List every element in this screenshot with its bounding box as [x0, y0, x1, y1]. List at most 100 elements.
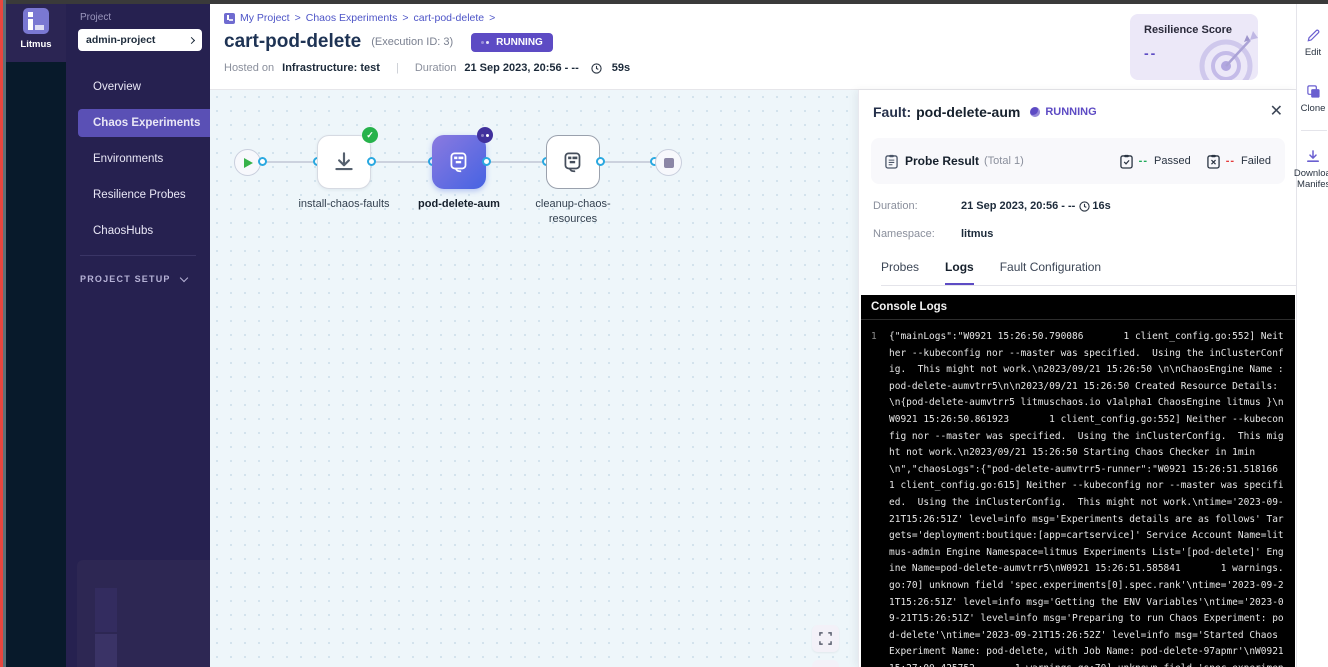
copy-icon	[1306, 84, 1321, 99]
tab-probes[interactable]: Probes	[881, 260, 919, 285]
litmus-logo-icon	[23, 8, 49, 34]
node-install-chaos-faults[interactable]	[317, 135, 371, 189]
window-top-strip	[0, 0, 1328, 4]
probe-total: (Total 1)	[984, 155, 1024, 167]
sidebar-item-environments[interactable]: Environments	[66, 145, 210, 173]
page-title: cart-pod-delete	[224, 31, 361, 53]
probe-result-label: Probe Result	[905, 154, 979, 168]
duration-value: 21 Sep 2023, 20:56 - --	[464, 62, 578, 74]
elapsed-time: 59s	[612, 62, 630, 74]
console-logs-title: Console Logs	[861, 295, 1295, 320]
page-header: My Project > Chaos Experiments > cart-po…	[210, 4, 1328, 90]
clipboard-x-icon	[1207, 154, 1220, 169]
console-log-line: {"mainLogs":"W0921 15:26:50.790086 1 cli…	[889, 329, 1287, 346]
sidebar-decoration	[95, 634, 117, 667]
fault-status: RUNNING	[1045, 106, 1096, 118]
console-log-line: W0921 15:26:50.861923 1 client_config.go…	[889, 412, 1287, 429]
fault-details-drawer: Fault: pod-delete-aum RUNNING ✕ Probe Re…	[858, 90, 1297, 667]
breadcrumb-separator: >	[295, 12, 301, 24]
node-pod-delete-aum[interactable]	[432, 135, 486, 189]
litmus-logo-label: Litmus	[20, 39, 51, 50]
resilience-score-card: Resilience Score --	[1130, 14, 1258, 80]
download-icon	[1305, 149, 1321, 164]
console-log-line: d-delete'\ntime='2023-09-21T15:26:52Z' l…	[889, 628, 1287, 645]
pencil-icon	[1306, 28, 1321, 43]
clock-icon	[1079, 201, 1090, 212]
node-cleanup-chaos-resources[interactable]	[546, 135, 600, 189]
clipboard-check-icon	[1120, 154, 1133, 169]
start-node[interactable]	[234, 149, 261, 176]
fault-elapsed: 16s	[1092, 200, 1110, 212]
passed-label: Passed	[1154, 155, 1191, 167]
breadcrumb-separator: >	[489, 12, 495, 24]
console-log-line: pod-delete-aumvtrr5\n\n2023/09/21 15:26:…	[889, 379, 1287, 396]
console-log-line: 9-21T15:26:51Z' level=info msg='Preparin…	[889, 611, 1287, 628]
tab-logs[interactable]: Logs	[945, 260, 974, 285]
clone-label: Clone	[1297, 103, 1328, 114]
logo-rail: Litmus	[6, 0, 66, 667]
fault-tabs: Probes Logs Fault Configuration	[881, 260, 1297, 286]
tab-fault-configuration[interactable]: Fault Configuration	[1000, 260, 1101, 285]
clock-icon	[591, 63, 602, 74]
chevron-right-icon	[188, 36, 195, 43]
project-selector[interactable]: admin-project	[78, 29, 202, 51]
breadcrumb-separator: >	[402, 12, 408, 24]
sidebar-item-chaos-experiments[interactable]: Chaos Experiments	[78, 109, 210, 137]
close-icon[interactable]: ✕	[1270, 104, 1283, 120]
hosted-on-label: Hosted on	[224, 62, 274, 74]
status-badge: RUNNING	[471, 33, 553, 52]
node-label: install-chaos-faults	[294, 197, 394, 212]
console-log-line: ine Name=pod-delete-aumvtrr5\nW0921 15:2…	[889, 561, 1287, 578]
clone-button[interactable]: Clone	[1297, 84, 1328, 114]
failed-count: --	[1226, 155, 1235, 167]
console-logs-panel[interactable]: Console Logs 1 {"mainLogs":"W0921 15:26:…	[861, 295, 1295, 667]
console-log-line: \n{pod-delete-aumvtrr5 litmuschaos.io v1…	[889, 395, 1287, 412]
download-icon	[331, 149, 357, 175]
log-line-number: 1	[871, 329, 877, 346]
sidebar-nav: Overview Chaos Experiments Environments …	[66, 73, 210, 245]
port	[482, 157, 491, 166]
target-illustration-icon	[1192, 28, 1258, 80]
spinner-icon	[481, 41, 491, 44]
action-rail: Edit Clone Download Manifest	[1296, 4, 1328, 667]
failed-label: Failed	[1241, 155, 1271, 167]
console-log-line: 1 client_config.go:615] Neither --kubeco…	[889, 478, 1287, 495]
fullscreen-button[interactable]	[812, 625, 839, 652]
end-node[interactable]	[655, 149, 682, 176]
console-log-line: \n","chaosLogs":{"pod-delete-aumvtrr5-ru…	[889, 462, 1287, 479]
project-label: Project	[80, 12, 210, 23]
console-log-line: go:70] unknown field 'spec.experiments[0…	[889, 578, 1287, 595]
breadcrumb-my-project[interactable]: My Project	[240, 12, 290, 24]
execution-id: (Execution ID: 3)	[371, 36, 453, 48]
download-manifest-button[interactable]: Download Manifest	[1297, 149, 1328, 190]
litmus-mini-logo-icon	[224, 13, 235, 24]
console-log-line: ht not work.\n2023/09/21 15:26:50 Starti…	[889, 445, 1287, 462]
fault-label: Fault:	[873, 104, 911, 120]
edit-label: Edit	[1297, 47, 1328, 58]
breadcrumb-chaos-experiments[interactable]: Chaos Experiments	[306, 12, 398, 24]
canvas-control-button[interactable]	[812, 660, 839, 667]
duration-label: Duration	[415, 62, 457, 74]
node-label: cleanup-chaos-resources	[523, 197, 623, 227]
node-label: pod-delete-aum	[409, 197, 509, 212]
edit-button[interactable]: Edit	[1297, 28, 1328, 58]
project-setup-toggle[interactable]: PROJECT SETUP	[80, 274, 210, 284]
infrastructure-value: Infrastructure: test	[282, 62, 380, 74]
running-spinner-icon	[477, 127, 493, 143]
fault-name: pod-delete-aum	[916, 104, 1020, 120]
console-log-line: 15:27:00.425752 1 warnings.go:70] unknow…	[889, 661, 1287, 667]
port	[258, 157, 267, 166]
console-log-line: 21T15:26:51Z' level=info msg='Experiment…	[889, 512, 1287, 529]
breadcrumb-cart-pod-delete[interactable]: cart-pod-delete	[414, 12, 485, 24]
namespace-value: litmus	[961, 228, 993, 240]
probe-result-summary: Probe Result (Total 1) -- Passed -- Fail…	[871, 138, 1285, 184]
port	[596, 157, 605, 166]
sidebar-item-chaoshubs[interactable]: ChaosHubs	[66, 217, 210, 245]
sidebar-item-overview[interactable]: Overview	[66, 73, 210, 101]
sidebar: Project admin-project Overview Chaos Exp…	[66, 0, 210, 667]
play-icon	[244, 158, 253, 168]
console-log-line: gets='deployment:boutique:[app=cartservi…	[889, 528, 1287, 545]
meta-divider: |	[396, 62, 399, 74]
litmus-logo[interactable]: Litmus	[6, 0, 66, 62]
sidebar-item-resilience-probes[interactable]: Resilience Probes	[66, 181, 210, 209]
